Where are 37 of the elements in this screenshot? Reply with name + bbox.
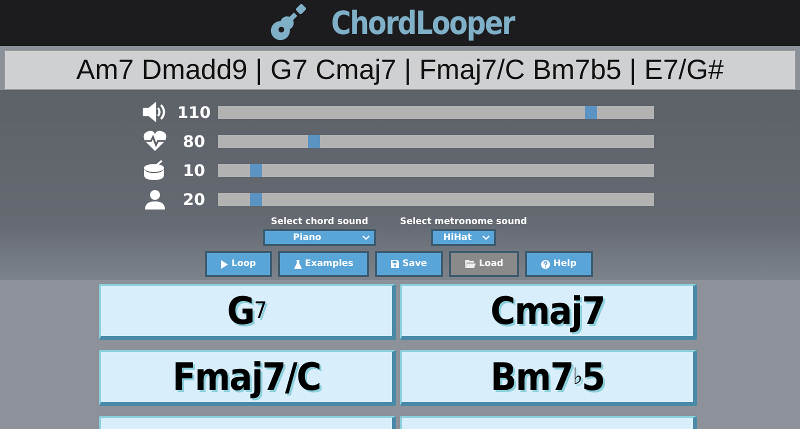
slider-value: 20	[182, 190, 206, 208]
folder-icon	[464, 260, 476, 268]
heartbeat-icon	[143, 130, 167, 152]
play-icon	[221, 260, 228, 268]
slider-value: 110	[176, 102, 212, 122]
help-icon	[541, 260, 550, 268]
slider-thumb[interactable]	[250, 192, 262, 206]
chord-card[interactable]: G$^{7}$	[99, 284, 396, 340]
person-icon	[145, 188, 165, 210]
sound-dropdown[interactable]: Piano	[263, 229, 376, 246]
app-title: ChordLooper	[332, 4, 514, 42]
chord-card[interactable]: Fmaj7/C	[99, 350, 396, 406]
toolbar-button[interactable]: Help	[525, 251, 593, 277]
slider-value: 80	[182, 132, 206, 150]
slider-track[interactable]	[218, 106, 654, 118]
toolbar-button[interactable]: Save	[375, 251, 443, 277]
drum-icon	[143, 159, 167, 181]
slider-value: 10	[182, 160, 206, 180]
slider-track[interactable]	[218, 134, 654, 148]
chevron-icon	[482, 235, 490, 240]
select-label: Select chord sound	[270, 217, 368, 227]
slider-thumb[interactable]	[584, 106, 597, 118]
slider-track[interactable]	[218, 164, 654, 176]
slider-thumb[interactable]	[308, 134, 320, 148]
progression-field[interactable]: Am7 Dmadd9 | G7 Cmaj7 | Fmaj7/C Bm7b5 | E7/G#	[4, 50, 796, 90]
chevron-icon	[362, 235, 370, 240]
guitar-icon	[269, 4, 308, 42]
select-label: Select metronome sound	[400, 217, 527, 227]
slider-thumb[interactable]	[250, 164, 262, 176]
toolbar-button[interactable]: Loop	[205, 251, 272, 277]
toolbar-button[interactable]: Examples	[278, 251, 370, 277]
slider-track[interactable]	[218, 192, 654, 206]
chord-card[interactable]: Bm7$^{♭}$5	[400, 350, 697, 406]
sound-dropdown[interactable]: HiHat	[431, 229, 496, 246]
chord-card[interactable]: Cmaj7	[400, 284, 697, 340]
speaker-icon	[142, 102, 168, 122]
flask-icon	[294, 260, 302, 268]
